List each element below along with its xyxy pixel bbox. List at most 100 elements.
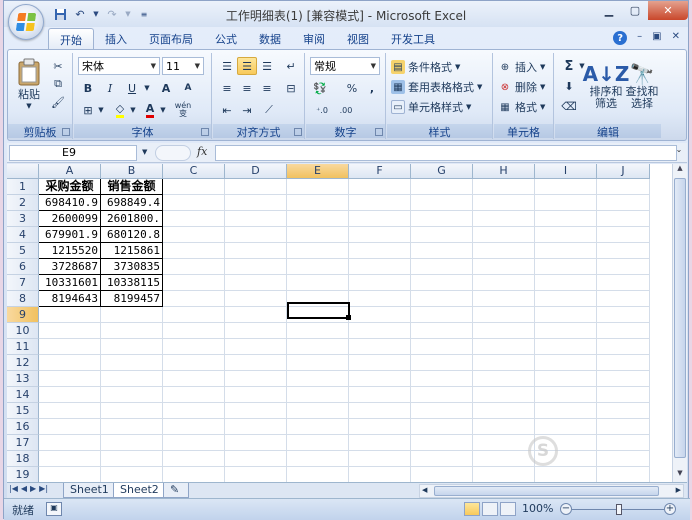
ribbon-restore-icon[interactable]: ▣ [652,31,661,45]
column-header-g[interactable]: G [411,164,473,179]
cell[interactable] [39,371,101,387]
cell[interactable] [101,323,163,339]
cell[interactable] [163,339,225,355]
cell[interactable] [473,403,535,419]
tab-review[interactable]: 审阅 [292,28,336,49]
cell[interactable] [473,227,535,243]
ribbon-close-icon[interactable]: ✕ [672,31,680,45]
cell[interactable] [535,275,597,291]
cell[interactable] [349,371,411,387]
cell[interactable] [411,195,473,211]
comma-button[interactable]: , [362,79,382,97]
zoom-level[interactable]: 100% [522,502,553,515]
cell[interactable] [597,371,650,387]
zoom-in-icon[interactable]: + [664,503,676,515]
cell[interactable] [225,259,287,275]
cell[interactable] [163,435,225,451]
cell[interactable] [349,291,411,307]
cell[interactable] [39,467,101,482]
alignment-launcher-icon[interactable] [294,128,302,136]
column-header-e[interactable]: E [287,164,349,179]
row-header[interactable]: 6 [7,259,39,275]
paste-button[interactable]: 粘贴 ▼ [12,55,46,113]
cell[interactable] [349,227,411,243]
data-cell[interactable]: 10331601 [39,275,101,291]
row-header[interactable]: 12 [7,355,39,371]
cell[interactable] [597,275,650,291]
cell[interactable] [101,467,163,482]
vertical-scroll-thumb[interactable] [674,178,686,458]
cell[interactable] [473,387,535,403]
cell[interactable] [349,355,411,371]
cell[interactable] [349,211,411,227]
column-header-a[interactable]: A [39,164,101,179]
cell[interactable] [225,355,287,371]
ribbon-minimize-icon[interactable]: – [637,31,642,45]
fill-color-dropdown-icon[interactable]: ▼ [128,101,138,119]
cell[interactable] [225,323,287,339]
font-color-dropdown-icon[interactable]: ▼ [158,101,168,119]
cell[interactable] [597,195,650,211]
cell[interactable] [411,179,473,195]
data-cell[interactable]: 8199457 [101,291,163,307]
cell[interactable] [101,419,163,435]
macro-record-icon[interactable]: ▣ [46,502,62,516]
insert-cells-button[interactable]: ⊕ 插入 ▼ [498,59,546,75]
normal-view-icon[interactable] [464,502,480,516]
active-cell-selection[interactable] [287,302,351,320]
cell[interactable] [473,307,535,323]
zoom-thumb[interactable] [616,504,622,515]
cell[interactable] [535,211,597,227]
cell[interactable] [535,291,597,307]
cell[interactable] [101,339,163,355]
row-header[interactable]: 8 [7,291,39,307]
wrap-text-icon[interactable]: ↵ [281,57,301,75]
formula-input[interactable] [215,145,677,161]
cell[interactable] [473,243,535,259]
column-header-f[interactable]: F [349,164,411,179]
cell[interactable] [163,451,225,467]
cell[interactable] [349,467,411,482]
data-cell[interactable]: 2601800. [101,211,163,227]
data-cell[interactable]: 2600099 [39,211,101,227]
format-cells-button[interactable]: ▦ 格式 ▼ [498,99,545,115]
cell[interactable] [287,371,349,387]
cell[interactable] [535,259,597,275]
cell[interactable] [225,195,287,211]
cell[interactable] [163,227,225,243]
cell[interactable] [163,275,225,291]
cell[interactable] [163,323,225,339]
cell[interactable] [411,243,473,259]
cell[interactable] [225,179,287,195]
cell[interactable] [597,387,650,403]
cell[interactable] [163,307,225,323]
column-header-b[interactable]: B [101,164,163,179]
cell[interactable] [411,419,473,435]
cell[interactable] [225,387,287,403]
cell[interactable] [411,339,473,355]
cell[interactable] [473,275,535,291]
cell[interactable] [597,339,650,355]
cell[interactable] [535,243,597,259]
cell[interactable] [597,243,650,259]
underline-button[interactable]: U [122,79,142,97]
row-header[interactable]: 1 [7,179,39,195]
sort-filter-button[interactable]: A↓Z 排序和 筛选 [583,55,630,117]
row-header[interactable]: 19 [7,467,39,482]
cell[interactable] [349,243,411,259]
data-cell[interactable]: 3728687 [39,259,101,275]
cell[interactable] [597,451,650,467]
underline-dropdown-icon[interactable]: ▼ [142,79,152,97]
cell[interactable] [39,355,101,371]
page-break-view-icon[interactable] [500,502,516,516]
cell[interactable] [225,227,287,243]
cell[interactable] [163,259,225,275]
number-launcher-icon[interactable] [375,128,383,136]
data-cell[interactable]: 679901.9 [39,227,101,243]
cell[interactable] [411,259,473,275]
tab-data[interactable]: 数据 [248,28,292,49]
phonetic-guide-button[interactable]: wén 变 [172,101,194,119]
cell[interactable] [473,259,535,275]
cell[interactable] [473,339,535,355]
column-header-c[interactable]: C [163,164,225,179]
